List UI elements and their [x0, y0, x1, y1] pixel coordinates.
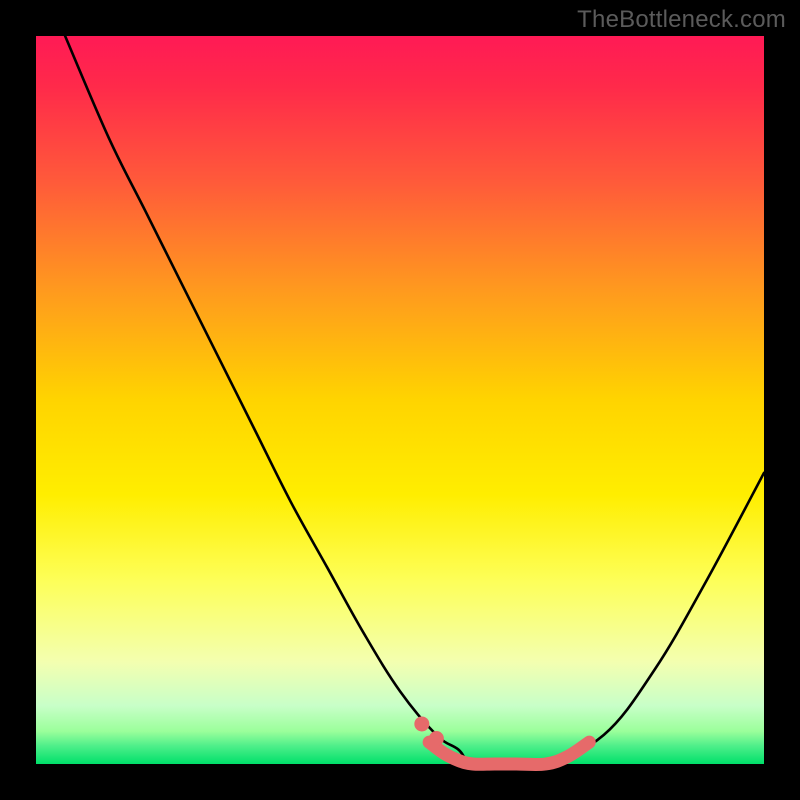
chart-container: TheBottleneck.com [0, 0, 800, 800]
highlight-dot [429, 731, 444, 746]
bottleneck-chart [0, 0, 800, 800]
highlight-dot [414, 716, 429, 731]
watermark-text: TheBottleneck.com [577, 6, 786, 34]
